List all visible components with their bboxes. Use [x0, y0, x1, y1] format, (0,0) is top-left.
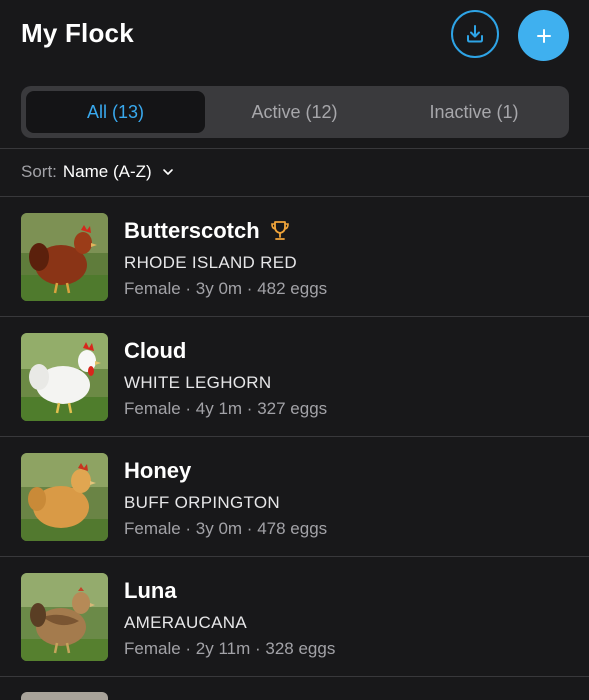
- chicken-meta: Female · 4y 1m · 327 eggs: [124, 399, 328, 418]
- divider: [0, 676, 589, 677]
- chicken-name: Butterscotch: [124, 218, 290, 244]
- tab-active[interactable]: Active (12): [205, 91, 384, 133]
- sort-dropdown[interactable]: Sort: Name (A-Z): [21, 162, 174, 182]
- header: My Flock: [0, 0, 589, 78]
- divider: [0, 148, 589, 149]
- chicken-name: Honey: [124, 458, 192, 483]
- trophy-icon: [270, 220, 290, 242]
- tab-inactive[interactable]: Inactive (1): [384, 91, 564, 133]
- sort-value: Name (A-Z): [62, 162, 152, 181]
- chicken-name: Luna: [124, 578, 177, 603]
- tab-all[interactable]: All (13): [26, 91, 205, 133]
- chicken-breed: RHODE ISLAND RED: [124, 253, 297, 272]
- export-button[interactable]: [451, 10, 499, 58]
- add-chicken-button[interactable]: [518, 10, 569, 61]
- page-title: My Flock: [21, 18, 134, 48]
- list-item[interactable]: Cloud WHITE LEGHORN Female · 4y 1m · 327…: [0, 317, 589, 437]
- chicken-name: Cloud: [124, 338, 187, 363]
- list-item[interactable]: Honey BUFF ORPINGTON Female · 3y 0m · 47…: [0, 437, 589, 557]
- chicken-photo: [21, 453, 108, 541]
- chicken-meta: Female · 2y 11m · 328 eggs: [124, 639, 336, 658]
- chicken-breed: AMERAUCANA: [124, 613, 247, 632]
- list-item[interactable]: Luna AMERAUCANA Female · 2y 11m · 328 eg…: [0, 557, 589, 677]
- sort-label: Sort:: [21, 162, 57, 181]
- plus-icon: [536, 28, 551, 43]
- chevron-down-icon: [162, 168, 174, 176]
- chicken-photo: [21, 333, 108, 421]
- chicken-meta: Female · 3y 0m · 482 eggs: [124, 279, 328, 298]
- download-icon: [467, 25, 483, 43]
- chicken-photo: [21, 692, 108, 700]
- chicken-breed: WHITE LEGHORN: [124, 373, 272, 392]
- chicken-meta: Female · 3y 0m · 478 eggs: [124, 519, 328, 538]
- list-item[interactable]: Butterscotch RHODE ISLAND RED Female · 3…: [0, 197, 589, 317]
- chicken-breed: BUFF ORPINGTON: [124, 493, 280, 512]
- chicken-photo: [21, 573, 108, 661]
- app: My Flock All (13) Active (12) Inactive (…: [0, 0, 589, 700]
- chicken-photo: [21, 213, 108, 301]
- filter-segmented-control: All (13) Active (12) Inactive (1): [21, 86, 569, 138]
